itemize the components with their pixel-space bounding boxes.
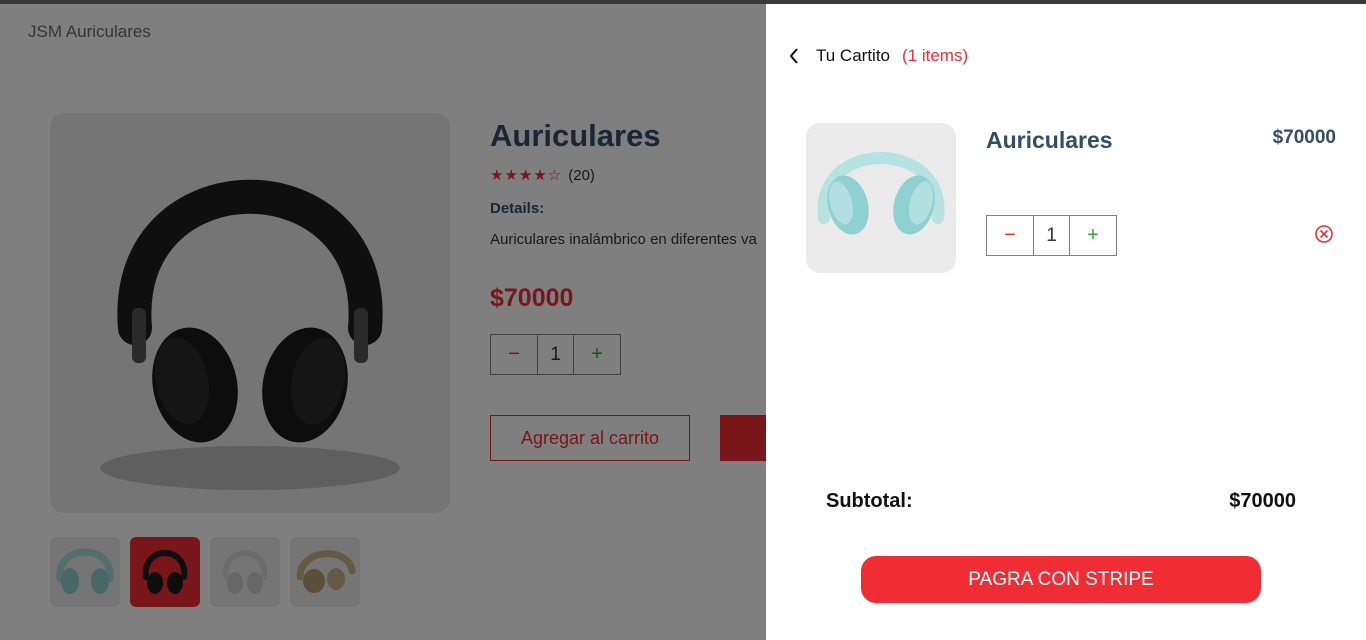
cart-item-count: (1 items): [902, 46, 969, 65]
remove-circle-icon[interactable]: [1314, 224, 1334, 244]
pay-with-stripe-button[interactable]: PAGRA CON STRIPE: [861, 556, 1261, 603]
cart-quantity-value: 1: [1034, 216, 1070, 255]
chevron-left-icon: [788, 46, 802, 66]
minus-icon[interactable]: −: [987, 216, 1034, 255]
cart-panel: Tu Cartito (1 items) Auriculares $70000 …: [766, 0, 1366, 640]
cart-quantity-stepper: − 1 +: [986, 215, 1117, 256]
cart-item-image: [806, 123, 956, 273]
top-border: [0, 0, 1366, 4]
headphones-mint-image: [817, 152, 945, 235]
subtotal-value: $70000: [1229, 490, 1296, 512]
cart-item-price: $70000: [1272, 127, 1336, 148]
plus-icon[interactable]: +: [1070, 216, 1116, 255]
cart-title: Tu Cartito: [816, 46, 891, 65]
cart-item-name: Auriculares: [986, 127, 1113, 153]
subtotal-label: Subtotal:: [826, 490, 913, 512]
cart-heading-button[interactable]: Tu Cartito (1 items): [788, 46, 968, 66]
page-overlay[interactable]: [0, 0, 766, 640]
